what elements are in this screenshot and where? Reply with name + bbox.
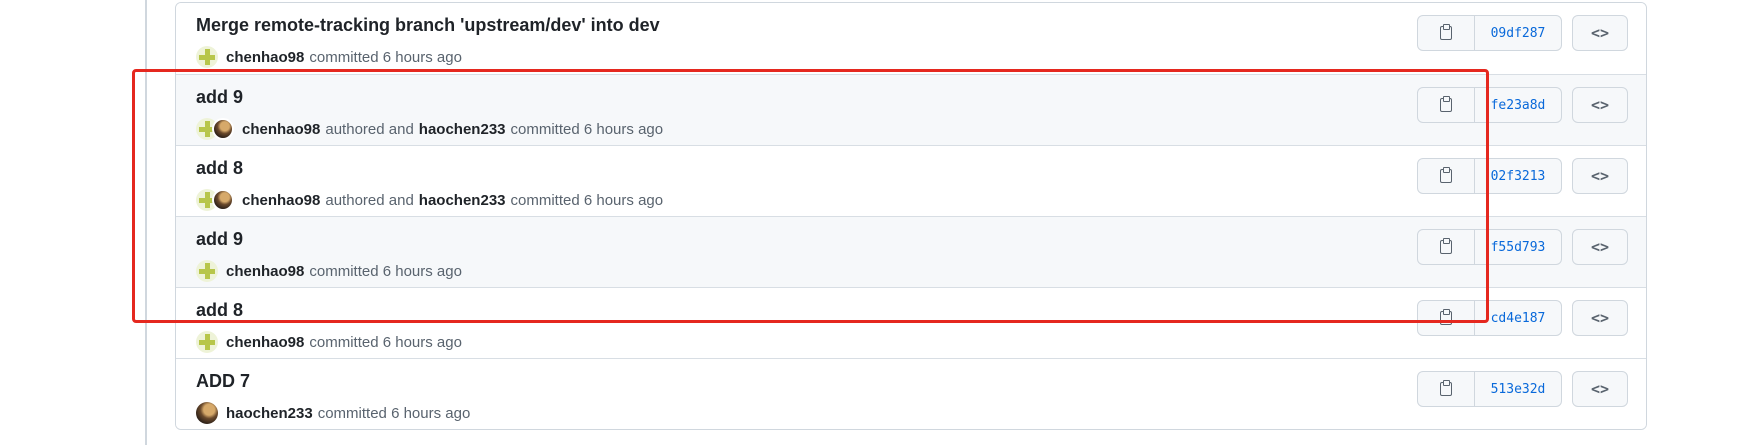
committed-text: committed 6 hours ago bbox=[317, 404, 471, 422]
code-icon: <> bbox=[1590, 309, 1610, 327]
code-icon: <> bbox=[1590, 380, 1610, 398]
commit-row: Merge remote-tracking branch 'upstream/d… bbox=[176, 3, 1646, 74]
author-link[interactable]: chenhao98 bbox=[242, 192, 320, 209]
code-icon: <> bbox=[1590, 24, 1610, 42]
commit-meta: haochen233 committed 6 hours ago bbox=[196, 401, 475, 425]
browse-repo-button[interactable]: <> bbox=[1572, 229, 1628, 265]
clipboard-icon bbox=[1440, 167, 1452, 183]
commit-actions: fe23a8d <> bbox=[1417, 87, 1628, 123]
sha-link[interactable]: 513e32d bbox=[1475, 372, 1561, 406]
code-icon: <> bbox=[1590, 167, 1610, 185]
avatar[interactable] bbox=[212, 189, 234, 211]
commit-meta: chenhao98 authored and haochen233 commit… bbox=[196, 188, 668, 212]
commit-row: add 8 chenhao98 committed 6 hours ago cd… bbox=[176, 287, 1646, 358]
code-icon: <> bbox=[1590, 96, 1610, 114]
avatar[interactable] bbox=[196, 46, 218, 68]
commit-row: add 9 chenhao98 authored and haochen233 … bbox=[176, 74, 1646, 145]
sha-button-group: 02f3213 bbox=[1417, 158, 1562, 194]
commit-row: ADD 7 haochen233 committed 6 hours ago 5… bbox=[176, 358, 1646, 429]
authored-text: authored and bbox=[325, 120, 414, 138]
avatar[interactable] bbox=[196, 260, 218, 282]
committed-text: committed 6 hours ago bbox=[309, 333, 462, 351]
commit-title-link[interactable]: Merge remote-tracking branch 'upstream/d… bbox=[196, 15, 660, 36]
commit-actions: 09df287 <> bbox=[1417, 15, 1628, 51]
sha-button-group: fe23a8d bbox=[1417, 87, 1562, 123]
author-link[interactable]: chenhao98 bbox=[226, 263, 304, 280]
browse-repo-button[interactable]: <> bbox=[1572, 300, 1628, 336]
commit-meta: chenhao98 authored and haochen233 commit… bbox=[196, 117, 668, 141]
committed-text: committed 6 hours ago bbox=[510, 191, 664, 209]
commit-row: add 8 chenhao98 authored and haochen233 … bbox=[176, 145, 1646, 216]
sha-link[interactable]: 02f3213 bbox=[1475, 159, 1561, 193]
sha-link[interactable]: cd4e187 bbox=[1475, 301, 1561, 335]
commit-meta: chenhao98 committed 6 hours ago bbox=[196, 45, 467, 69]
browse-repo-button[interactable]: <> bbox=[1572, 87, 1628, 123]
sha-button-group: cd4e187 bbox=[1417, 300, 1562, 336]
avatar[interactable] bbox=[196, 402, 218, 424]
avatar-stack bbox=[196, 402, 218, 424]
timeline-line bbox=[145, 0, 147, 445]
sha-button-group: 513e32d bbox=[1417, 371, 1562, 407]
commit-actions: 513e32d <> bbox=[1417, 371, 1628, 407]
commit-title-link[interactable]: add 8 bbox=[196, 300, 243, 321]
committed-text: committed 6 hours ago bbox=[309, 48, 462, 66]
author-link[interactable]: chenhao98 bbox=[226, 334, 304, 351]
sha-link[interactable]: fe23a8d bbox=[1475, 88, 1561, 122]
avatar-stack bbox=[196, 331, 218, 353]
avatar-stack bbox=[196, 260, 218, 282]
commit-meta: chenhao98 committed 6 hours ago bbox=[196, 259, 467, 283]
copy-sha-button[interactable] bbox=[1418, 16, 1475, 50]
sha-link[interactable]: f55d793 bbox=[1475, 230, 1561, 264]
sha-button-group: 09df287 bbox=[1417, 15, 1562, 51]
copy-sha-button[interactable] bbox=[1418, 159, 1475, 193]
committer-link[interactable]: haochen233 bbox=[419, 121, 506, 138]
avatar[interactable] bbox=[212, 118, 234, 140]
avatar-stack bbox=[196, 46, 218, 68]
commit-list: Merge remote-tracking branch 'upstream/d… bbox=[175, 2, 1647, 430]
clipboard-icon bbox=[1440, 309, 1452, 325]
commit-actions: f55d793 <> bbox=[1417, 229, 1628, 265]
commit-title-link[interactable]: add 9 bbox=[196, 87, 243, 108]
commit-title-link[interactable]: add 9 bbox=[196, 229, 243, 250]
commit-actions: 02f3213 <> bbox=[1417, 158, 1628, 194]
committed-text: committed 6 hours ago bbox=[309, 262, 462, 280]
clipboard-icon bbox=[1440, 96, 1452, 112]
code-icon: <> bbox=[1590, 238, 1610, 256]
browse-repo-button[interactable]: <> bbox=[1572, 158, 1628, 194]
author-link[interactable]: haochen233 bbox=[226, 405, 313, 422]
committed-text: committed 6 hours ago bbox=[510, 120, 664, 138]
copy-sha-button[interactable] bbox=[1418, 230, 1475, 264]
copy-sha-button[interactable] bbox=[1418, 88, 1475, 122]
browse-repo-button[interactable]: <> bbox=[1572, 371, 1628, 407]
commit-row: add 9 chenhao98 committed 6 hours ago f5… bbox=[176, 216, 1646, 287]
avatar-stack bbox=[196, 118, 234, 140]
clipboard-icon bbox=[1440, 238, 1452, 254]
author-link[interactable]: chenhao98 bbox=[242, 121, 320, 138]
committer-link[interactable]: haochen233 bbox=[419, 192, 506, 209]
commit-actions: cd4e187 <> bbox=[1417, 300, 1628, 336]
sha-button-group: f55d793 bbox=[1417, 229, 1562, 265]
sha-link[interactable]: 09df287 bbox=[1475, 16, 1561, 50]
commit-title-link[interactable]: ADD 7 bbox=[196, 371, 250, 392]
clipboard-icon bbox=[1440, 24, 1452, 40]
copy-sha-button[interactable] bbox=[1418, 372, 1475, 406]
author-link[interactable]: chenhao98 bbox=[226, 49, 304, 66]
avatar[interactable] bbox=[196, 331, 218, 353]
commit-title-link[interactable]: add 8 bbox=[196, 158, 243, 179]
avatar-stack bbox=[196, 189, 234, 211]
copy-sha-button[interactable] bbox=[1418, 301, 1475, 335]
authored-text: authored and bbox=[325, 191, 414, 209]
commit-meta: chenhao98 committed 6 hours ago bbox=[196, 330, 467, 354]
clipboard-icon bbox=[1440, 380, 1452, 396]
browse-repo-button[interactable]: <> bbox=[1572, 15, 1628, 51]
